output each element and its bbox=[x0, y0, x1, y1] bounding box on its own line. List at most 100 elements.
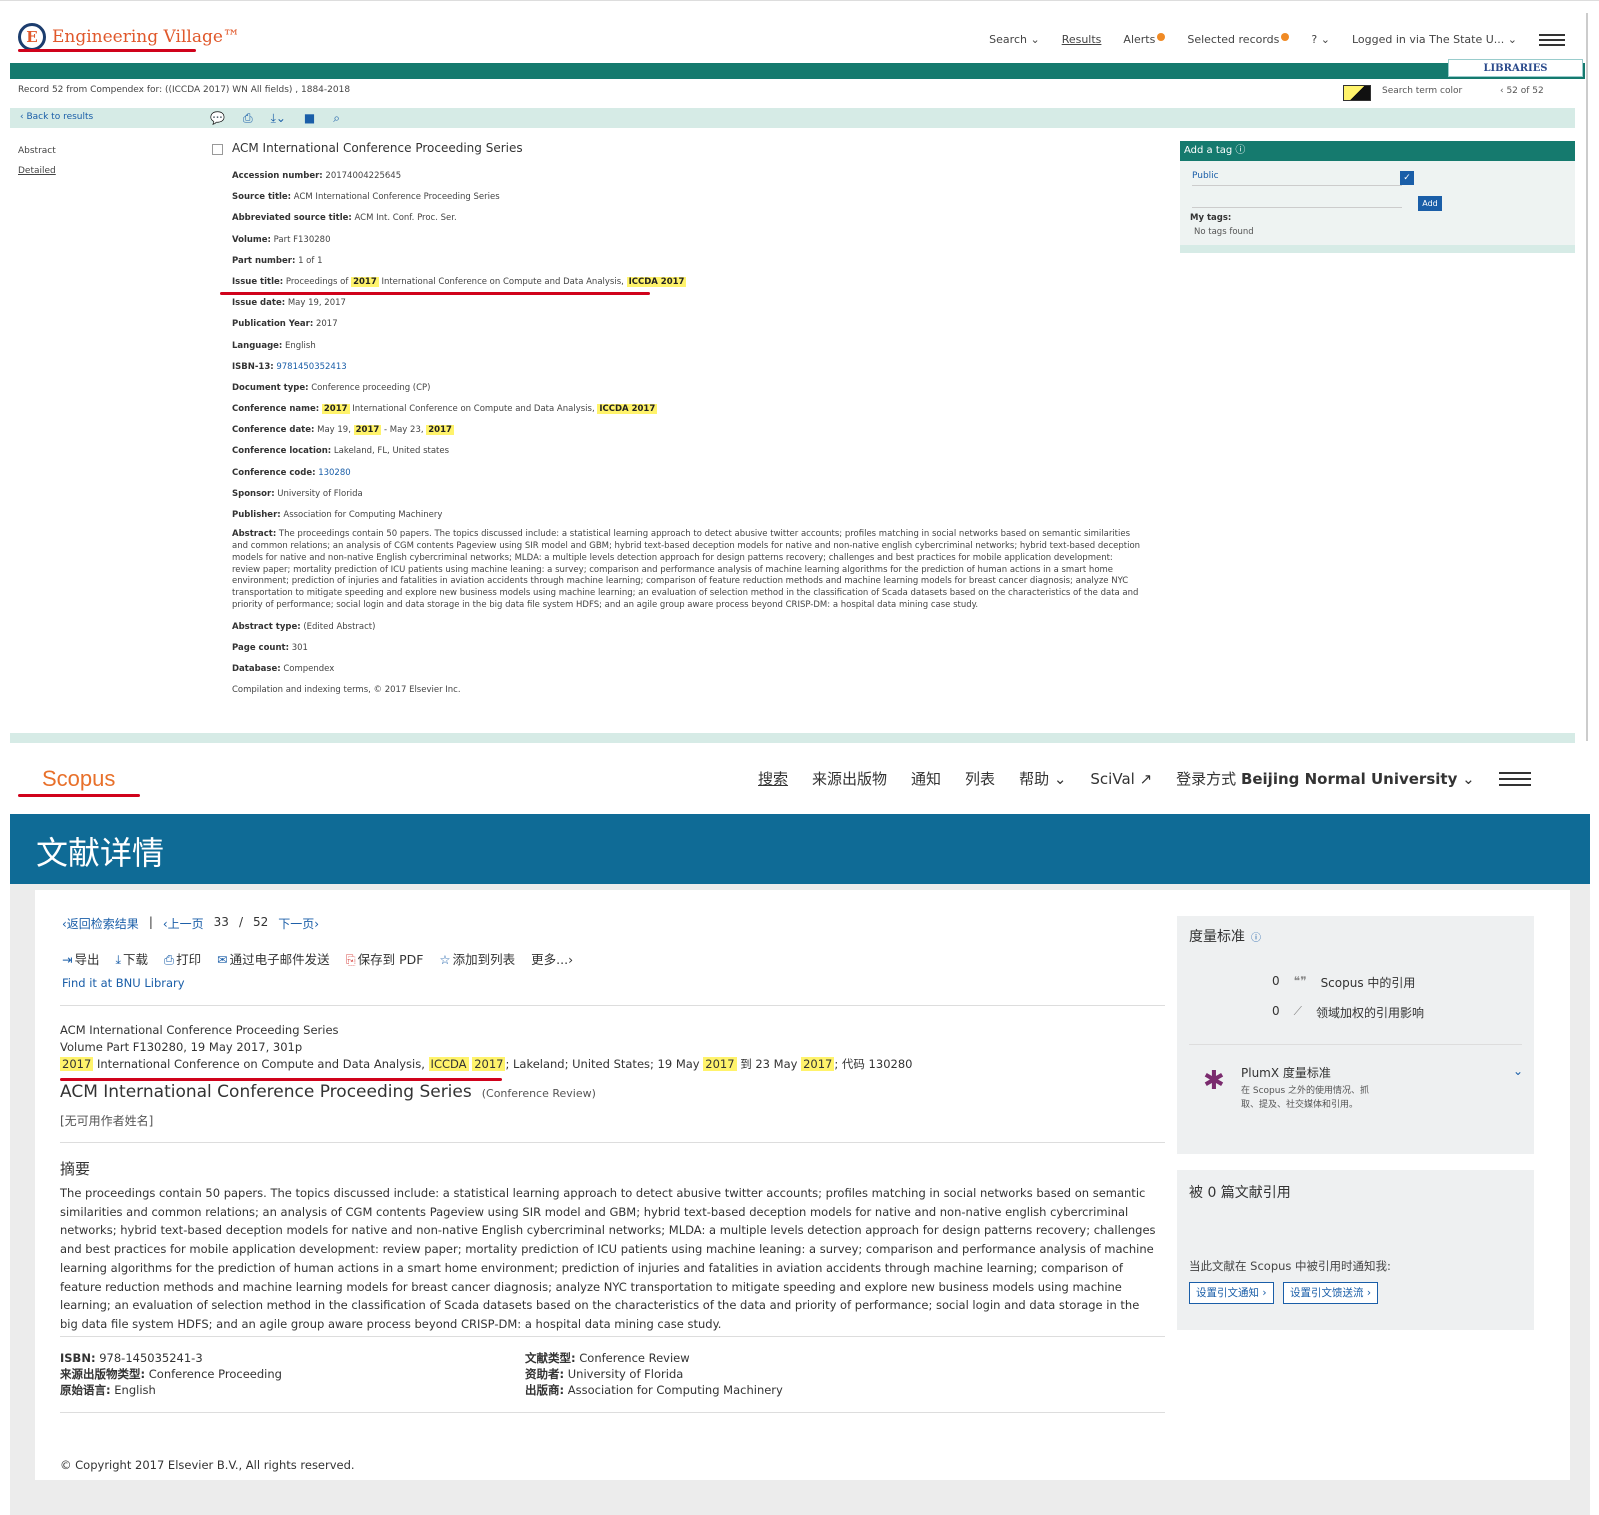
ev-conf-code-link[interactable]: 130280 bbox=[318, 468, 350, 478]
print-icon[interactable]: ⎙ bbox=[243, 111, 253, 126]
field-key: Source title: bbox=[232, 192, 292, 203]
ev-nav-help[interactable]: ? ⌄ bbox=[1311, 33, 1330, 46]
field-value: ACM Int. Conf. Proc. Ser. bbox=[354, 213, 457, 224]
sc-logo[interactable]: Scopus bbox=[42, 766, 115, 792]
sc-login-institution: Beijing Normal University bbox=[1240, 770, 1458, 788]
field-key: Accession number: bbox=[232, 171, 323, 181]
field-key: Conference name: bbox=[232, 404, 320, 415]
sc-nav-help[interactable]: 帮助 ⌄ bbox=[1019, 768, 1066, 789]
sc-more-button[interactable]: 更多...› bbox=[531, 949, 573, 968]
sc-metric-citations[interactable]: 0 ❝❞ Scopus 中的引用 bbox=[1272, 974, 1415, 991]
field-value: Proceedings of bbox=[285, 276, 349, 287]
help-icon[interactable]: ⓘ bbox=[1251, 933, 1261, 944]
ev-tag-add-button[interactable]: Add bbox=[1418, 196, 1442, 211]
ev-menu-icon[interactable] bbox=[1539, 33, 1565, 46]
ev-field-issue-date: Issue date: May 19, 2017 bbox=[232, 296, 1152, 317]
sc-pdf-button[interactable]: ⎘ 保存到 PDF bbox=[346, 949, 424, 968]
ev-logo[interactable]: E Engineering Village™ bbox=[18, 23, 240, 51]
sc-print-label: 打印 bbox=[176, 952, 202, 967]
ev-field-part: Part number: 1 of 1 bbox=[232, 254, 1152, 275]
sc-next-page[interactable]: 下一页› bbox=[278, 915, 319, 932]
sc-nav-search[interactable]: 搜索 bbox=[758, 768, 788, 789]
sc-back-to-results[interactable]: ‹返回检索结果 bbox=[62, 915, 139, 932]
ev-tag-input[interactable] bbox=[1192, 207, 1402, 208]
sc-print-button[interactable]: ⎙ 打印 bbox=[164, 949, 201, 968]
ev-search-term-color-swatch[interactable] bbox=[1343, 85, 1371, 101]
sc-set-citation-feed-button[interactable]: 设置引文馈送流 › bbox=[1283, 1282, 1379, 1304]
sc-actions: ⇥ 导出 ⤓ 下载 ⎙ 打印 ✉ 通过电子邮件发送 ⎘ 保存到 PDF ☆ 添加到列表 更多… bbox=[62, 949, 573, 968]
sc-export-button[interactable]: ⇥ 导出 bbox=[62, 949, 100, 968]
sc-nav-sources[interactable]: 来源出版物 bbox=[812, 768, 887, 789]
field-key: Abstract: bbox=[232, 529, 277, 540]
sc-prev-page[interactable]: ‹上一页 bbox=[163, 915, 204, 932]
sc-total: 52 bbox=[253, 915, 269, 929]
ev-tag-head: Add a tag ⓘ bbox=[1180, 141, 1575, 161]
ev-record-checkbox[interactable] bbox=[212, 144, 223, 155]
sc-document-type: (Conference Review) bbox=[481, 1087, 596, 1100]
ev-side-detailed[interactable]: Detailed bbox=[18, 161, 56, 181]
sc-nav-scival[interactable]: SciVal ↗ bbox=[1090, 770, 1152, 788]
field-value: Lakeland, FL, United states bbox=[333, 446, 450, 457]
sc-meta-doctype: 文献类型: Conference Review bbox=[525, 1350, 783, 1366]
ev-nav-alerts[interactable]: Alerts bbox=[1123, 33, 1166, 46]
chevron-down-icon[interactable]: ✓ bbox=[1400, 171, 1414, 185]
sc-email-button[interactable]: ✉ 通过电子邮件发送 bbox=[217, 949, 330, 968]
sc-meta-left: ISBN: 978-145035241-3 来源出版物类型: Conferenc… bbox=[60, 1350, 282, 1398]
chevron-down-icon[interactable]: ⌄ bbox=[1513, 1064, 1523, 1078]
sc-addlist-label: 添加到列表 bbox=[452, 952, 516, 967]
ev-pager[interactable]: ‹ 52 of 52 bbox=[1500, 86, 1544, 96]
meta-key: 来源出版物类型: bbox=[60, 1367, 146, 1381]
sc-nav-alerts[interactable]: 通知 bbox=[911, 768, 941, 789]
ev-nav-login[interactable]: Logged in via The State U... ⌄ bbox=[1352, 33, 1517, 46]
export-icon: ⇥ bbox=[62, 952, 73, 967]
annotation-underline-sc-logo bbox=[18, 794, 140, 797]
sc-source-title[interactable]: ACM International Conference Proceeding … bbox=[60, 1022, 912, 1039]
ev-nav-results[interactable]: Results bbox=[1062, 33, 1102, 46]
comment-icon[interactable]: 💬 bbox=[210, 111, 225, 126]
sc-email-label: 通过电子邮件发送 bbox=[229, 952, 330, 967]
sc-cited-by-notify: 当此文献在 Scopus 中被引用时通知我: bbox=[1189, 1259, 1391, 1273]
folder-icon[interactable]: ■ bbox=[304, 111, 315, 126]
ev-field-volume: Volume: Part F130280 bbox=[232, 233, 1152, 254]
field-key: Volume: bbox=[232, 234, 271, 245]
highlight-term: 2017 bbox=[60, 1057, 94, 1071]
highlight-term: ICCDA 2017 bbox=[597, 404, 658, 415]
sc-findit-link[interactable]: Find it at BNU Library bbox=[62, 976, 185, 990]
ev-tag-box: Add a tag ⓘ Public ✓ Add My tags: No tag… bbox=[1180, 141, 1575, 253]
sc-addlist-button[interactable]: ☆ 添加到列表 bbox=[439, 949, 515, 968]
ev-scrollbar[interactable] bbox=[1586, 13, 1588, 741]
sc-nav-lists[interactable]: 列表 bbox=[965, 768, 995, 789]
field-key: Part number: bbox=[232, 255, 296, 266]
download-icon[interactable]: ⤓⌄ bbox=[271, 111, 286, 126]
field-value: University of Florida bbox=[277, 488, 363, 499]
field-value: May 19, bbox=[317, 425, 351, 436]
sc-menu-icon[interactable] bbox=[1498, 771, 1531, 786]
ev-record-line: Record 52 from Compendex for: ((ICCDA 20… bbox=[18, 85, 351, 95]
sc-metrics-panel: 度量标准 ⓘ 0 ❝❞ Scopus 中的引用 0 ⟋ 领域加权的引用影响 ✱ P… bbox=[1177, 916, 1534, 1154]
sc-download-button[interactable]: ⤓ 下载 bbox=[116, 949, 149, 968]
ev-back-to-results[interactable]: ‹ Back to results bbox=[20, 112, 93, 122]
ev-search-term-color-label: Search term color bbox=[1382, 86, 1463, 96]
sc-fwci-count: 0 bbox=[1272, 1004, 1280, 1018]
ev-field-conf-location: Conference location: Lakeland, FL, Unite… bbox=[232, 444, 1152, 465]
meta-value: English bbox=[114, 1383, 156, 1397]
ev-nav-search[interactable]: Search ⌄ bbox=[989, 33, 1040, 46]
sc-nav-login[interactable]: 登录方式 Beijing Normal University ⌄ bbox=[1176, 768, 1475, 789]
ev-nav-selected-records[interactable]: Selected records bbox=[1187, 33, 1290, 46]
sc-plumx-title[interactable]: PlumX 度量标准 bbox=[1241, 1064, 1331, 1081]
ev-isbn-link[interactable]: 9781450352413 bbox=[276, 362, 346, 372]
field-value: International Conference on Compute and … bbox=[352, 404, 595, 415]
ev-side-abstract[interactable]: Abstract bbox=[18, 141, 56, 161]
field-value: Association for Computing Machinery bbox=[283, 510, 443, 520]
ev-field-language: Language: English bbox=[232, 339, 1152, 360]
sc-download-label: 下载 bbox=[123, 952, 149, 967]
ev-tag-visibility-select[interactable]: Public bbox=[1192, 171, 1402, 186]
sc-metric-fwci[interactable]: 0 ⟋ 领域加权的引用影响 bbox=[1272, 1004, 1424, 1021]
ev-libraries-logo[interactable]: LIBRARIES bbox=[1448, 59, 1583, 77]
sc-set-citation-alert-button[interactable]: 设置引文通知 › bbox=[1189, 1282, 1274, 1304]
sc-pdf-label: 保存到 PDF bbox=[357, 952, 424, 967]
ev-side-links: Abstract Detailed bbox=[18, 141, 56, 181]
search-icon[interactable]: ⌕ bbox=[333, 111, 340, 126]
field-key: Issue date: bbox=[232, 298, 286, 309]
ev-field-conf-code: Conference code: 130280 bbox=[232, 466, 1152, 487]
